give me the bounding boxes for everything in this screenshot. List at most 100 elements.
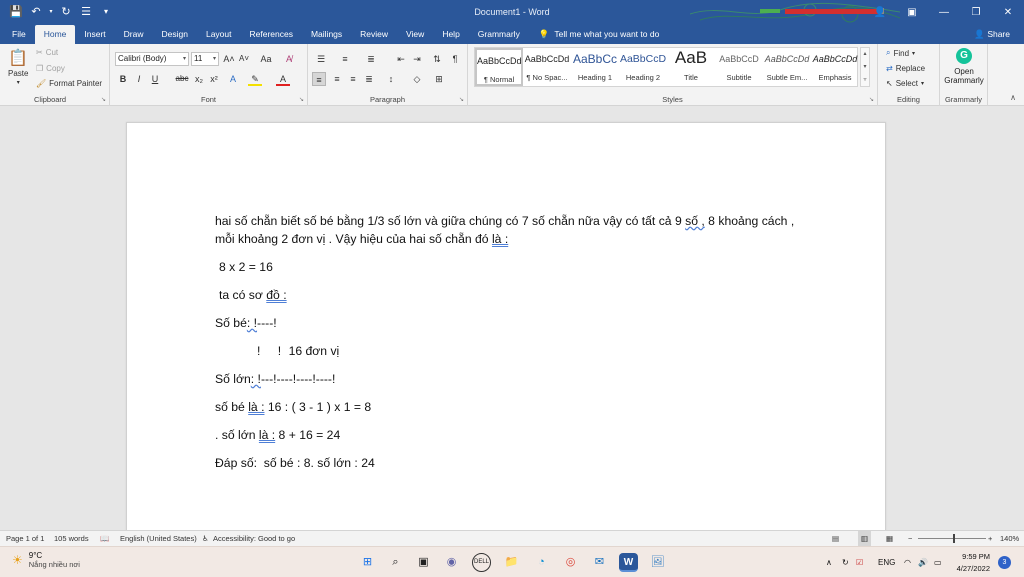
tab-design[interactable]: Design: [153, 24, 197, 44]
account-avatar-icon[interactable]: 👤: [864, 7, 896, 18]
select-button[interactable]: ↖ Select ▾: [886, 79, 924, 88]
find-button[interactable]: ⌕ Find ▾: [886, 48, 915, 58]
battery-icon[interactable]: ▭: [934, 547, 942, 577]
search-icon[interactable]: ⌕: [386, 553, 405, 572]
document-page[interactable]: hai số chẵn biết số bé bằng 1/3 số lớn v…: [126, 122, 886, 530]
language-indicator[interactable]: English (United States): [120, 531, 197, 547]
document-area[interactable]: hai số chẵn biết số bé bằng 1/3 số lớn v…: [0, 106, 1024, 530]
notification-badge[interactable]: 3: [998, 556, 1011, 569]
zoom-out-icon[interactable]: −: [908, 531, 912, 547]
grammar-flag[interactable]: là :: [248, 400, 264, 414]
numbering-icon[interactable]: ≡: [338, 52, 352, 66]
chevron-up-icon[interactable]: ▴: [861, 48, 869, 61]
shrink-font-icon[interactable]: A˅: [237, 52, 251, 66]
gallery-more-icon[interactable]: ▿: [861, 74, 869, 87]
style-no-spacing[interactable]: AaBbCcDd ¶ No Spac...: [523, 48, 571, 86]
decrease-indent-icon[interactable]: ⇤: [394, 52, 408, 66]
mail-icon[interactable]: ✉: [590, 553, 609, 572]
increase-indent-icon[interactable]: ⇥: [410, 52, 424, 66]
undo-icon[interactable]: ↶: [28, 4, 44, 20]
font-name-select[interactable]: Calibri (Body) ▾: [115, 52, 189, 66]
print-layout-icon[interactable]: ▥: [858, 531, 872, 547]
start-icon[interactable]: ⊞: [358, 553, 377, 572]
tab-help[interactable]: Help: [433, 24, 468, 44]
borders-icon[interactable]: ⊞: [432, 72, 446, 86]
bold-icon[interactable]: B: [116, 72, 130, 86]
strikethrough-icon[interactable]: abc: [174, 72, 190, 86]
focus-mode-icon[interactable]: ▤: [832, 531, 839, 547]
tab-mailings[interactable]: Mailings: [302, 24, 351, 44]
zoom-level[interactable]: 140%: [1000, 531, 1019, 547]
tray-antivirus-icon[interactable]: ☑: [856, 547, 863, 577]
align-right-icon[interactable]: ≡: [346, 72, 360, 86]
collapse-ribbon-icon[interactable]: ∧: [1010, 93, 1016, 102]
edge-icon[interactable]: ◔: [532, 553, 551, 572]
qat-more-icon[interactable]: ▾: [98, 4, 114, 20]
doc-line-7[interactable]: Số lớn: !---!----!----!----!: [215, 371, 335, 387]
justify-icon[interactable]: ≣: [362, 72, 376, 86]
close-icon[interactable]: ✕: [992, 7, 1024, 18]
copy-button[interactable]: ❐ Copy: [36, 64, 65, 73]
file-explorer-icon[interactable]: 📁: [502, 553, 521, 572]
underline-icon[interactable]: U: [148, 72, 162, 86]
word-count[interactable]: 105 words: [54, 531, 89, 547]
tray-chevron-icon[interactable]: ∧: [826, 547, 832, 577]
cut-button[interactable]: ✂ Cut: [36, 48, 58, 57]
highlight-icon[interactable]: ✎: [248, 72, 262, 86]
replace-button[interactable]: ⇄ Replace: [886, 64, 925, 73]
superscript-icon[interactable]: x²: [207, 72, 221, 86]
chevron-down-icon[interactable]: ▾: [861, 61, 869, 74]
styles-gallery-scroll[interactable]: ▴ ▾ ▿: [860, 47, 870, 87]
accessibility-status[interactable]: Accessibility: Good to go: [213, 531, 295, 547]
doc-line-6[interactable]: ! ! 16 đơn vị: [257, 343, 339, 359]
shading-icon[interactable]: ◇: [410, 72, 424, 86]
save-icon[interactable]: 💾: [8, 4, 24, 20]
tab-view[interactable]: View: [397, 24, 433, 44]
grammar-flag[interactable]: số ,: [685, 214, 705, 228]
grammar-flag[interactable]: là :: [492, 232, 508, 246]
proofing-icon[interactable]: 📖: [100, 531, 109, 547]
chrome-icon[interactable]: ◎: [561, 553, 580, 572]
doc-line-5[interactable]: Số bé: !----!: [215, 315, 277, 331]
zoom-in-icon[interactable]: +: [988, 531, 992, 547]
tab-grammarly[interactable]: Grammarly: [469, 24, 529, 44]
customize-qat-icon[interactable]: ☰: [78, 4, 94, 20]
style-normal[interactable]: AaBbCcDd ¶ Normal: [475, 48, 523, 86]
paste-button[interactable]: 📋 Paste ▾: [8, 48, 28, 86]
page-count[interactable]: Page 1 of 1: [6, 531, 44, 547]
tell-me-box[interactable]: 💡 Tell me what you want to do: [529, 24, 659, 44]
zoom-slider-thumb[interactable]: [953, 534, 955, 543]
doc-line-8[interactable]: số bé là : 16 : ( 3 - 1 ) x 1 = 8: [215, 399, 371, 415]
tab-references[interactable]: References: [241, 24, 302, 44]
subscript-icon[interactable]: x₂: [192, 72, 206, 86]
tab-review[interactable]: Review: [351, 24, 397, 44]
styles-launcher-icon[interactable]: ↘: [869, 96, 874, 103]
minimize-icon[interactable]: —: [928, 7, 960, 18]
zoom-slider-track[interactable]: [918, 538, 986, 539]
style-title[interactable]: AaB Title: [667, 48, 715, 86]
web-layout-icon[interactable]: ▦: [886, 531, 893, 547]
clipboard-launcher-icon[interactable]: ↘: [101, 96, 106, 103]
show-hide-marks-icon[interactable]: ¶: [448, 52, 462, 66]
doc-line-3[interactable]: 8 x 2 = 16: [219, 259, 273, 275]
undo-dropdown-icon[interactable]: ▾: [48, 4, 54, 20]
dell-icon[interactable]: DELL: [472, 553, 491, 572]
italic-icon[interactable]: I: [132, 72, 146, 86]
paragraph-launcher-icon[interactable]: ↘: [459, 96, 464, 103]
open-grammarly-button[interactable]: G Open Grammarly: [944, 48, 984, 85]
chat-icon[interactable]: ◉: [442, 553, 461, 572]
word-app-icon[interactable]: W: [619, 553, 638, 572]
style-subtle-emphasis[interactable]: AaBbCcDd Subtle Em...: [763, 48, 811, 86]
photos-icon[interactable]: 🖼: [648, 553, 667, 572]
ribbon-display-options-icon[interactable]: ▣: [896, 7, 928, 18]
clear-formatting-icon[interactable]: A̸: [282, 52, 296, 66]
style-emphasis[interactable]: AaBbCcDd Emphasis: [811, 48, 859, 86]
style-heading-2[interactable]: AaBbCcD Heading 2: [619, 48, 667, 86]
weather-widget[interactable]: ☀ 9°C Nắng nhiều nơi: [12, 551, 80, 569]
tab-home[interactable]: Home: [34, 25, 76, 44]
grow-font-icon[interactable]: A˄: [222, 52, 236, 66]
redo-icon[interactable]: ↻: [58, 4, 74, 20]
tray-refresh-icon[interactable]: ↻: [842, 547, 849, 577]
share-button[interactable]: 👤 Share: [974, 24, 1010, 44]
doc-line-1[interactable]: hai số chẵn biết số bé bằng 1/3 số lớn v…: [215, 213, 794, 229]
